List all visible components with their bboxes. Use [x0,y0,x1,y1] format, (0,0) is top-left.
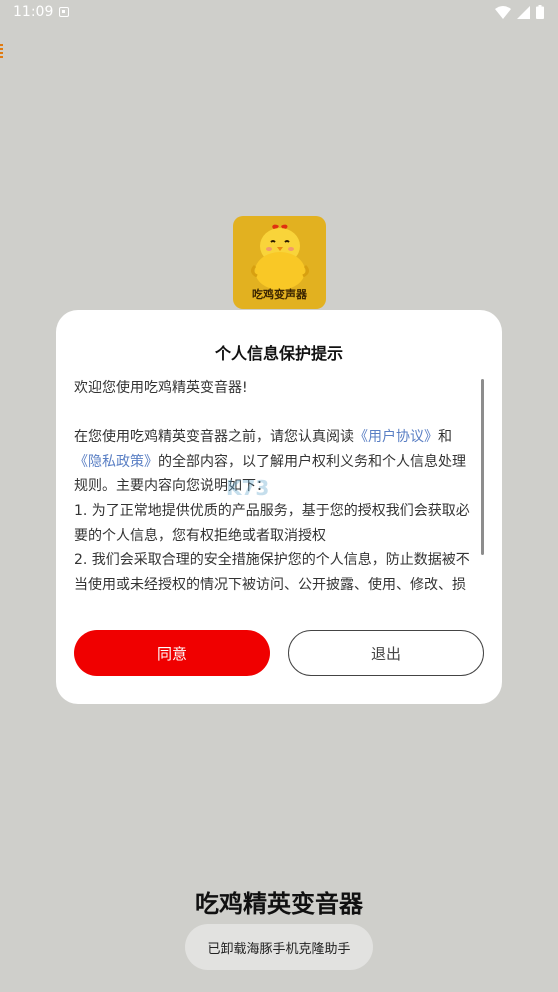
exit-button[interactable]: 退出 [288,630,484,676]
agree-button[interactable]: 同意 [74,630,270,676]
privacy-dialog: 个人信息保护提示 欢迎您使用吃鸡精英变音器! 在您使用吃鸡精英变音器之前，请您认… [56,310,502,704]
dialog-title: 个人信息保护提示 [214,344,343,363]
toast: 已卸载海豚手机克隆助手 [185,924,373,970]
greeting-text: 欢迎您使用吃鸡精英变音器! [74,380,248,396]
status-time: 11:09 [13,4,54,20]
edge-indicator [0,44,3,58]
and-text: 和 [438,429,452,446]
app-icon-label: 吃鸡变声器 [252,288,307,301]
wifi-icon [495,5,511,19]
dialog-content[interactable]: 欢迎您使用吃鸡精英变音器! 在您使用吃鸡精英变音器之前，请您认真阅读《用户协议》… [74,376,478,600]
status-bar: 11:09 [0,0,558,26]
signal-icon [517,5,530,19]
list-item: 1. 为了正常地提供优质的产品服务，基于您的授权我们会获取必要的个人信息，您有权… [74,502,470,544]
list-item: 2. 我们会采取合理的安全措施保护您的个人信息，防止数据被不当使用或未经授权的情… [74,552,470,593]
intro-text: 在您使用吃鸡精英变音器之前，请您认真阅读 [74,429,354,446]
user-agreement-link[interactable]: 《用户协议》 [354,429,438,445]
scrollbar[interactable] [481,379,484,555]
battery-icon [536,5,544,19]
notification-icon [59,7,69,17]
privacy-policy-link[interactable]: 《隐私政策》 [74,454,158,470]
app-name: 吃鸡精英变音器 [195,890,363,918]
intro-paragraph: 在您使用吃鸡精英变音器之前，请您认真阅读《用户协议》和《隐私政策》的全部内容，以… [74,425,478,499]
app-logo: 吃鸡变声器 [233,216,326,309]
